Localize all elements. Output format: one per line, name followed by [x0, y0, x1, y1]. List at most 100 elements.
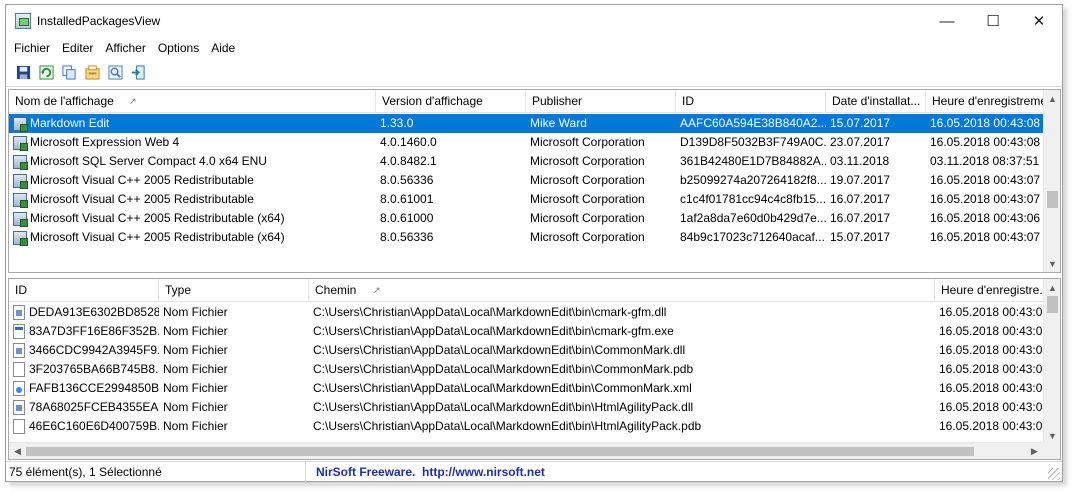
files-vertical-scrollbar[interactable]: ▲ ▼ [1043, 279, 1060, 444]
cell-id: 84b9c17023c712640acaf... [676, 228, 826, 247]
save-button[interactable] [12, 62, 35, 84]
cell-text: 15.07.2017 [830, 116, 891, 130]
table-row[interactable]: FAFB136CCE2994850B... Nom Fichier C:\Users… [9, 379, 1045, 398]
cell-display-name: Microsoft Visual C++ 2005 Redistributabl… [9, 190, 376, 209]
cell-text: 1af2a8da7e60d0b429d7e... [680, 211, 826, 225]
table-row[interactable]: DEDA913E6302BD8528... Nom Fichier C:\Users… [9, 303, 1045, 322]
cell-text: Microsoft Corporation [530, 230, 645, 244]
table-row[interactable]: 78A68025FCEB4355EA... Nom Fichier C:\Users… [9, 398, 1045, 417]
files-header: ID Type Chemin ↗ Heure d'enregistre... [9, 279, 1045, 302]
cell-path: C:\Users\Christian\AppData\Local\Markdow… [309, 303, 935, 322]
cell-text: Microsoft Corporation [530, 192, 645, 206]
table-row[interactable]: Microsoft Visual C++ 2005 Redistributabl… [9, 190, 1044, 209]
table-row[interactable]: Microsoft SQL Server Compact 4.0 x64 ENU… [9, 152, 1044, 171]
cell-display-version: 4.0.1460.0 [376, 133, 526, 152]
scroll-left-arrow-icon[interactable]: ◀ [9, 443, 26, 459]
column-header-id[interactable]: ID [676, 90, 826, 113]
cell-text: 8.0.61001 [380, 192, 434, 206]
cell-display-version: 1.33.0 [376, 114, 526, 133]
cell-type: Nom Fichier [159, 341, 309, 360]
scroll-down-arrow-icon[interactable]: ▼ [1044, 255, 1060, 272]
cell-text: C:\Users\Christian\AppData\Local\Markdow… [313, 419, 702, 433]
cell-text: Nom Fichier [163, 400, 228, 414]
refresh-button[interactable] [35, 62, 58, 84]
copy-button[interactable] [58, 62, 81, 84]
cell-text: Microsoft Corporation [530, 135, 645, 149]
column-header-publisher[interactable]: Publisher [526, 90, 676, 113]
maximize-button[interactable]: ☐ [970, 5, 1016, 37]
table-row[interactable]: 83A7D3FF16E86F352B... Nom Fichier C:\Users… [9, 322, 1045, 341]
cell-text: 46E6C160E6D400759B... [29, 419, 159, 433]
scroll-thumb[interactable] [1047, 191, 1058, 208]
cell-text: 16.07.2017 [830, 211, 891, 225]
package-icon [13, 154, 28, 170]
cell-text: 3F203765BA66B745B8... [29, 362, 159, 376]
close-button[interactable]: ✕ [1016, 5, 1062, 37]
table-row[interactable]: Microsoft Visual C++ 2005 Redistributabl… [9, 228, 1044, 247]
package-icon [13, 135, 28, 151]
cell-text: 16.05.2018 00:43:08 [930, 116, 1041, 130]
cell-text: 4.0.8482.1 [380, 154, 437, 168]
table-row[interactable]: 3F203765BA66B745B8... Nom Fichier C:\Users… [9, 360, 1045, 379]
column-header-registry-time[interactable]: Heure d'enregistreme [926, 90, 1044, 113]
toolbar [6, 59, 1062, 87]
cell-text: Nom Fichier [163, 362, 228, 376]
column-header-file-registry-time[interactable]: Heure d'enregistre... [935, 279, 1045, 302]
packages-rows: Markdown Edit 1.33.0 Mike Ward AAFC60A594E3… [9, 114, 1044, 247]
files-list[interactable]: ID Type Chemin ↗ Heure d'enregistre... D… [8, 278, 1061, 460]
menu-bar: Fichier Editer Afficher Options Aide [6, 37, 1062, 58]
scroll-thumb[interactable] [1047, 296, 1058, 313]
nirsoft-link[interactable]: NirSoft Freeware. http://www.nirsoft.net [306, 465, 545, 479]
cell-text: 19.07.2017 [830, 173, 891, 187]
column-header-file-id[interactable]: ID [9, 279, 159, 302]
scroll-right-arrow-icon[interactable]: ▶ [1026, 443, 1043, 459]
cell-text: 1.33.0 [380, 116, 414, 130]
cell-publisher: Microsoft Corporation [526, 228, 676, 247]
column-header-install-date[interactable]: Date d'installat... [826, 90, 926, 113]
packages-list[interactable]: Nom de l'affichage ↗ Version d'affichage… [8, 89, 1061, 273]
packages-vertical-scrollbar[interactable]: ▲ ▼ [1043, 90, 1060, 272]
cell-install-date: 16.07.2017 [826, 190, 926, 209]
menu-aide[interactable]: Aide [205, 41, 241, 55]
cell-text: Microsoft Visual C++ 2005 Redistributabl… [30, 211, 285, 225]
table-row[interactable]: Microsoft Visual C++ 2005 Redistributabl… [9, 209, 1044, 228]
properties-icon [85, 65, 100, 80]
menu-options[interactable]: Options [152, 41, 205, 55]
column-header-display-version[interactable]: Version d'affichage [376, 90, 526, 113]
table-row[interactable]: 46E6C160E6D400759B... Nom Fichier C:\Users… [9, 417, 1045, 436]
menu-editer[interactable]: Editer [56, 41, 99, 55]
cell-text: Microsoft Corporation [530, 173, 645, 187]
cell-file-id: 46E6C160E6D400759B... [9, 417, 159, 436]
menu-afficher[interactable]: Afficher [99, 41, 151, 55]
table-row[interactable]: Microsoft Expression Web 4 4.0.1460.0 Micr… [9, 133, 1044, 152]
table-row[interactable]: 3466CDC9942A3945F9... Nom Fichier C:\Users… [9, 341, 1045, 360]
menu-fichier[interactable]: Fichier [8, 41, 56, 55]
scroll-up-arrow-icon[interactable]: ▲ [1044, 90, 1060, 107]
title-bar[interactable]: InstalledPackagesView — ☐ ✕ [6, 5, 1062, 37]
cell-text: 83A7D3FF16E86F352B... [29, 324, 159, 338]
find-icon [108, 65, 123, 80]
cell-registry-time: 16.05.2018 00:43:08 [935, 379, 1045, 398]
scroll-thumb[interactable] [26, 447, 974, 456]
table-row[interactable]: Markdown Edit 1.33.0 Mike Ward AAFC60A594E3… [9, 114, 1044, 133]
cell-text: 03.11.2018 [830, 154, 890, 168]
cell-registry-time: 16.05.2018 00:43:08 [926, 114, 1044, 133]
exit-button[interactable] [127, 62, 150, 84]
resize-grip-icon[interactable] [1048, 468, 1060, 480]
column-header-path[interactable]: Chemin ↗ [309, 279, 935, 302]
cell-text: 16.05.2018 00:43:07 [930, 173, 1041, 187]
cell-display-version: 8.0.56336 [376, 228, 526, 247]
column-header-type[interactable]: Type [159, 279, 309, 302]
cell-display-version: 8.0.61000 [376, 209, 526, 228]
cell-text: C:\Users\Christian\AppData\Local\Markdow… [313, 343, 686, 357]
scroll-up-arrow-icon[interactable]: ▲ [1044, 279, 1060, 296]
find-button[interactable] [104, 62, 127, 84]
column-header-display-name[interactable]: Nom de l'affichage ↗ [9, 90, 376, 113]
properties-button[interactable] [81, 62, 104, 84]
files-horizontal-scrollbar[interactable]: ◀ ▶ [9, 442, 1043, 459]
cell-display-version: 8.0.61001 [376, 190, 526, 209]
cell-text: Microsoft Visual C++ 2005 Redistributabl… [30, 192, 254, 206]
minimize-button[interactable]: — [924, 5, 970, 37]
table-row[interactable]: Microsoft Visual C++ 2005 Redistributabl… [9, 171, 1044, 190]
cell-publisher: Microsoft Corporation [526, 209, 676, 228]
